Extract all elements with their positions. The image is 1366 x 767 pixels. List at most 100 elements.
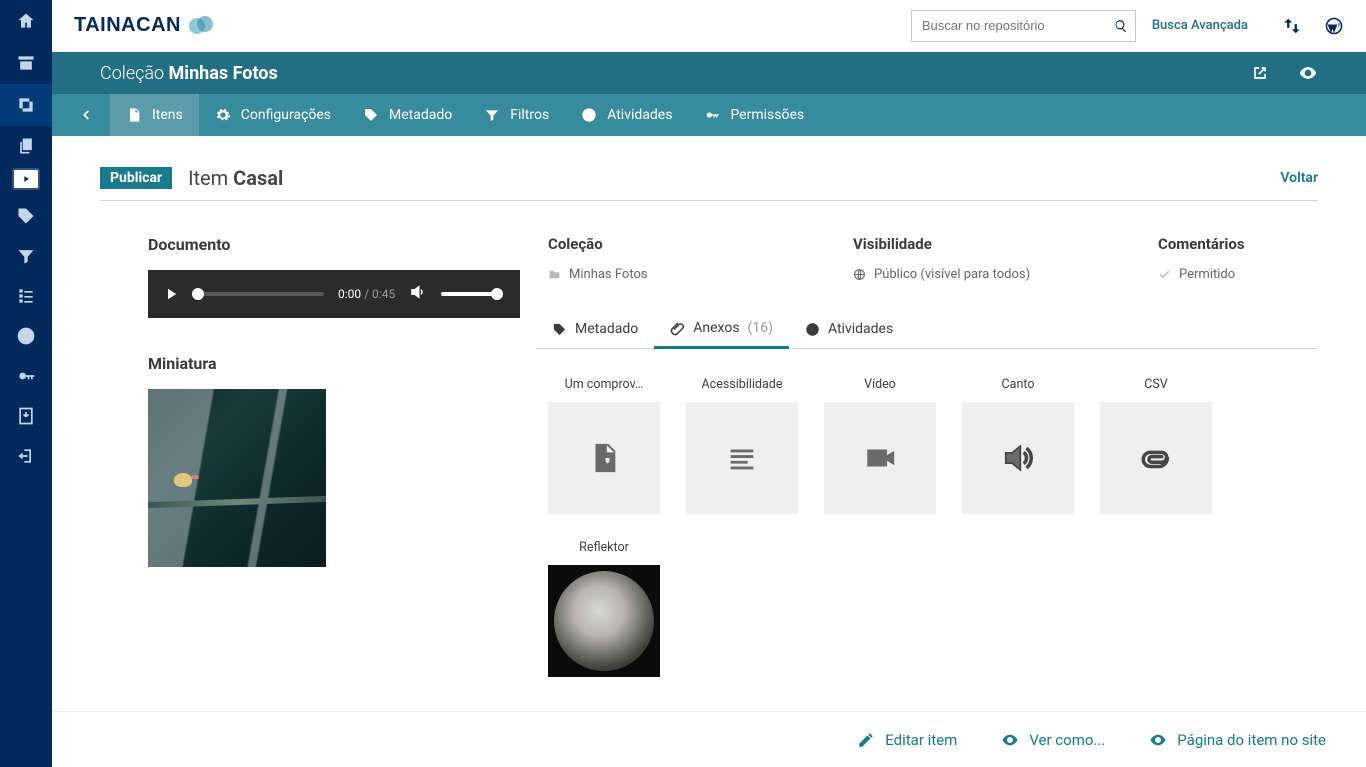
key-icon bbox=[704, 107, 720, 123]
attachment-item[interactable]: Um comprov… bbox=[548, 377, 660, 514]
search-input[interactable] bbox=[912, 18, 1108, 33]
edit-item-button[interactable]: Editar item bbox=[857, 731, 957, 749]
attachment-label: Um comprov… bbox=[565, 377, 644, 392]
audio-seek-thumb[interactable] bbox=[192, 288, 204, 300]
video-icon bbox=[863, 441, 897, 475]
search-button[interactable] bbox=[1108, 11, 1135, 41]
tab-metadata-label: Metadado bbox=[389, 107, 452, 123]
attachment-preview bbox=[1100, 402, 1212, 514]
rail-activities[interactable] bbox=[0, 316, 52, 356]
site-page-button[interactable]: Página do item no site bbox=[1149, 731, 1326, 749]
audio-play-button[interactable] bbox=[162, 285, 180, 303]
attachments-count: (16) bbox=[748, 320, 773, 336]
audio-volume-thumb[interactable] bbox=[491, 288, 503, 300]
rail-exporters[interactable] bbox=[0, 436, 52, 476]
key-icon bbox=[16, 366, 36, 386]
copy-icon bbox=[16, 136, 36, 156]
collection-tabs: Itens Configurações Metadado Filtros Ati… bbox=[52, 94, 1366, 136]
wordpress-icon bbox=[1325, 17, 1343, 35]
attachment-preview bbox=[548, 565, 660, 677]
tab-items[interactable]: Itens bbox=[110, 94, 199, 136]
tab-items-label: Itens bbox=[152, 107, 183, 123]
meta-comments-label: Comentários bbox=[1158, 235, 1318, 253]
collection-title: Coleção Minhas Fotos bbox=[100, 63, 278, 84]
page: Publicar Item Casal Voltar Documento 0:0… bbox=[52, 136, 1366, 767]
page-title-strong: Casal bbox=[233, 166, 283, 190]
rail-taxonomies[interactable] bbox=[0, 196, 52, 236]
publish-badge[interactable]: Publicar bbox=[100, 167, 172, 189]
collection-title-prefix: Coleção bbox=[100, 63, 164, 84]
meta-comments-value: Permitido bbox=[1158, 267, 1318, 282]
page-head: Publicar Item Casal Voltar bbox=[100, 166, 1318, 201]
rail-items[interactable] bbox=[0, 126, 52, 166]
audio-volume-slider[interactable] bbox=[441, 292, 499, 296]
meta-visibility-label: Visibilidade bbox=[853, 235, 1118, 253]
meta-collection-value: Minhas Fotos bbox=[548, 267, 813, 282]
rail-importers[interactable] bbox=[0, 396, 52, 436]
page-title-prefix: Item bbox=[188, 166, 228, 190]
attachment-item[interactable]: Reflektor bbox=[548, 540, 660, 677]
attachment-item[interactable]: Vídeo bbox=[824, 377, 936, 514]
inner-tab-activities[interactable]: Atividades bbox=[789, 310, 909, 348]
funnel-icon bbox=[484, 107, 500, 123]
wordpress-link[interactable] bbox=[1324, 16, 1344, 36]
eye-icon bbox=[1001, 731, 1019, 749]
tab-activities-label: Atividades bbox=[607, 107, 672, 123]
rail-capabilities[interactable] bbox=[0, 356, 52, 396]
meta-collection-label: Coleção bbox=[548, 235, 813, 253]
rail-filters[interactable] bbox=[0, 236, 52, 276]
tab-settings[interactable]: Configurações bbox=[199, 94, 347, 136]
view-collection-button[interactable] bbox=[1298, 63, 1318, 83]
open-icon bbox=[1250, 63, 1270, 83]
rail-current-item-chip[interactable] bbox=[14, 170, 38, 188]
tag-icon bbox=[363, 107, 379, 123]
swap-icon bbox=[1283, 17, 1301, 35]
search-icon bbox=[1114, 19, 1128, 33]
open-externally-button[interactable] bbox=[1250, 63, 1270, 83]
tab-filters-label: Filtros bbox=[510, 107, 549, 123]
inner-tab-metadata[interactable]: Metadado bbox=[536, 310, 654, 348]
back-button[interactable] bbox=[62, 94, 110, 136]
rail-repository[interactable] bbox=[0, 42, 52, 84]
attachment-preview bbox=[824, 402, 936, 514]
globe-icon bbox=[853, 268, 866, 281]
tab-filters[interactable]: Filtros bbox=[468, 94, 565, 136]
audio-volume-button[interactable] bbox=[409, 283, 427, 305]
left-rail bbox=[0, 0, 52, 767]
brand-logo-icon bbox=[189, 16, 215, 36]
attachment-item[interactable]: Canto bbox=[962, 377, 1074, 514]
processes-button[interactable] bbox=[1282, 16, 1302, 36]
attachments-grid: Um comprov… Acessibilidade Vídeo CantoCSV Re… bbox=[548, 377, 1318, 677]
audio-seekbar[interactable] bbox=[194, 292, 324, 296]
tree-icon bbox=[16, 286, 36, 306]
pencil-icon bbox=[857, 731, 875, 749]
back-link[interactable]: Voltar bbox=[1280, 170, 1318, 186]
eye-icon bbox=[1298, 63, 1318, 83]
inner-tab-attachments[interactable]: Anexos (16) bbox=[654, 310, 789, 349]
thumbnail-image[interactable] bbox=[148, 389, 326, 567]
attachment-item[interactable]: Acessibilidade bbox=[686, 377, 798, 514]
rail-home[interactable] bbox=[0, 0, 52, 42]
attachment-preview bbox=[548, 402, 660, 514]
tab-activities[interactable]: Atividades bbox=[565, 94, 688, 136]
rail-metadata[interactable] bbox=[0, 276, 52, 316]
meta-visibility-value: Público (visível para todos) bbox=[853, 267, 1118, 282]
funnel-icon bbox=[16, 246, 36, 266]
meta-comments: Comentários Permitido bbox=[1158, 235, 1318, 282]
clock-icon bbox=[581, 107, 597, 123]
rail-collections[interactable] bbox=[0, 84, 52, 126]
advanced-search-link[interactable]: Busca Avançada bbox=[1152, 18, 1248, 33]
eye-icon bbox=[1149, 731, 1167, 749]
doc-icon bbox=[126, 107, 142, 123]
view-as-button[interactable]: Ver como... bbox=[1001, 731, 1105, 749]
tab-metadata[interactable]: Metadado bbox=[347, 94, 468, 136]
attachment-label: Vídeo bbox=[864, 377, 896, 392]
brand[interactable]: TaInacan bbox=[74, 14, 215, 37]
tab-permissions[interactable]: Permissões bbox=[688, 94, 820, 136]
clock-icon bbox=[16, 326, 36, 346]
play-icon bbox=[21, 174, 31, 184]
attachment-icon bbox=[1139, 441, 1173, 475]
attachment-item[interactable]: CSV bbox=[1100, 377, 1212, 514]
audio-total-time: / 0:45 bbox=[364, 287, 395, 301]
page-title: Item Casal bbox=[188, 166, 283, 190]
